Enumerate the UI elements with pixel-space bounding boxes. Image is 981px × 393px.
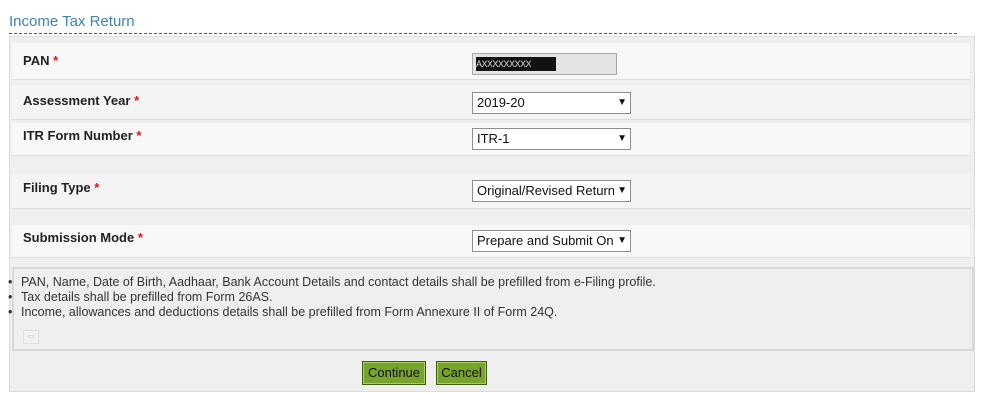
cancel-button[interactable]: Cancel <box>436 361 487 385</box>
assessment-year-row: Assessment Year * 2019-20 ▼ <box>12 85 970 120</box>
pan-value-box: AXXXXXXXXX <box>472 53 617 75</box>
dropdown-arrow-icon: ▼ <box>615 129 627 149</box>
pan-field: AXXXXXXXXX <box>472 53 617 75</box>
pan-value: AXXXXXXXXX <box>476 57 556 71</box>
itr-form-number-select[interactable]: ITR-1 ▼ <box>472 128 631 150</box>
filing-type-label: Filing Type * <box>23 180 100 195</box>
image-placeholder-icon: ▭ <box>23 330 39 344</box>
assessment-year-label: Assessment Year * <box>23 93 140 108</box>
pan-row: PAN * AXXXXXXXXX <box>12 43 970 80</box>
list-item: PAN, Name, Date of Birth, Aadhaar, Bank … <box>8 275 656 290</box>
itr-form-number-label: ITR Form Number * <box>23 128 142 143</box>
itr-form-panel: PAN * AXXXXXXXXX Assessment Year * 2019-… <box>9 36 975 392</box>
list-item: Income, allowances and deductions detail… <box>8 305 656 320</box>
dropdown-arrow-icon: ▼ <box>615 93 627 113</box>
page-title: Income Tax Return <box>9 13 957 34</box>
list-item: Tax details shall be prefilled from Form… <box>8 290 656 305</box>
assessment-year-select[interactable]: 2019-20 ▼ <box>472 92 631 114</box>
continue-button[interactable]: Continue <box>362 361 426 385</box>
dropdown-arrow-icon: ▼ <box>615 231 627 251</box>
pan-label: PAN * <box>23 53 59 68</box>
dropdown-arrow-icon: ▼ <box>615 181 627 201</box>
filing-type-select[interactable]: Original/Revised Return ▼ <box>472 180 631 202</box>
prefill-notes-list: PAN, Name, Date of Birth, Aadhaar, Bank … <box>8 275 656 320</box>
submission-mode-select[interactable]: Prepare and Submit Online▼ <box>472 230 631 252</box>
itr-form-number-row: ITR Form Number * ITR-1 ▼ <box>12 123 970 156</box>
submission-mode-label: Submission Mode * <box>23 230 143 245</box>
submission-mode-row: Submission Mode * Prepare and Submit Onl… <box>12 225 970 258</box>
filing-type-row: Filing Type * Original/Revised Return ▼ <box>12 174 970 209</box>
prefill-info-box: PAN, Name, Date of Birth, Aadhaar, Bank … <box>12 267 974 351</box>
